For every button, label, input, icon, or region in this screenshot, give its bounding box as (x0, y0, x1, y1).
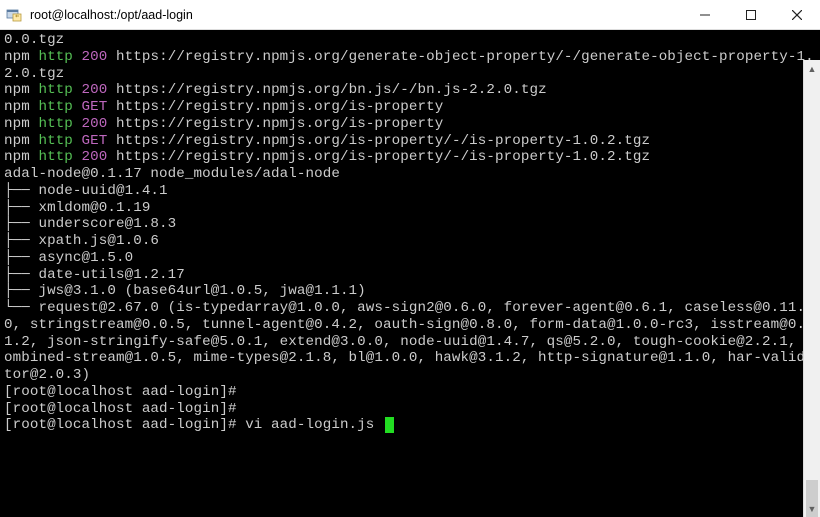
dep-tree-line: ├── underscore@1.8.3 (4, 216, 176, 232)
terminal-line: npm http 200 https://registry.npmjs.org/… (4, 49, 816, 83)
window-titlebar: root@localhost:/opt/aad-login (0, 0, 820, 30)
dep-tree-line: ├── xmldom@0.1.19 (4, 200, 150, 216)
http-token: http (38, 82, 81, 98)
terminal-line: 0.0.tgz (4, 32, 816, 49)
npm-token: npm (4, 149, 38, 165)
dep-tree-line: ├── jws@3.1.0 (base64url@1.0.5, jwa@1.1.… (4, 283, 366, 299)
terminal-line: [root@localhost aad-login]# (4, 384, 816, 401)
terminal-line: [root@localhost aad-login]# vi aad-login… (4, 417, 816, 434)
status-200: 200 (82, 49, 116, 65)
terminal-output[interactable]: 0.0.tgznpm http 200 https://registry.npm… (0, 30, 820, 517)
url-text: https://registry.npmjs.org/generate-obje… (4, 49, 814, 82)
url-text: https://registry.npmjs.org/bn.js/-/bn.js… (116, 82, 547, 98)
terminal-line: npm http GET https://registry.npmjs.org/… (4, 99, 816, 116)
shell-prompt: [root@localhost aad-login]# (4, 401, 237, 417)
terminal-line: ├── jws@3.1.0 (base64url@1.0.5, jwa@1.1.… (4, 283, 816, 300)
cursor (385, 417, 394, 433)
npm-token: npm (4, 116, 38, 132)
terminal-line: npm http 200 https://registry.npmjs.org/… (4, 82, 816, 99)
terminal-line: └── request@2.67.0 (is-typedarray@1.0.0,… (4, 300, 816, 384)
dep-tree-line: ├── async@1.5.0 (4, 250, 133, 266)
status-200: 200 (82, 82, 116, 98)
terminal-line: npm http GET https://registry.npmjs.org/… (4, 133, 816, 150)
http-token: http (38, 116, 81, 132)
scroll-down-arrow[interactable]: ▼ (804, 500, 820, 517)
terminal-line: [root@localhost aad-login]# (4, 401, 816, 418)
window-title: root@localhost:/opt/aad-login (28, 8, 193, 22)
terminal-line: npm http 200 https://registry.npmjs.org/… (4, 116, 816, 133)
text: adal-node@0.1.17 node_modules/adal-node (4, 166, 340, 182)
http-token: http (38, 133, 81, 149)
method-get: GET (82, 99, 116, 115)
npm-token: npm (4, 82, 38, 98)
url-text: https://registry.npmjs.org/is-property (116, 116, 443, 132)
status-200: 200 (82, 149, 116, 165)
http-token: http (38, 49, 81, 65)
npm-token: npm (4, 133, 38, 149)
terminal-line: npm http 200 https://registry.npmjs.org/… (4, 149, 816, 166)
minimize-button[interactable] (682, 0, 728, 30)
shell-prompt: [root@localhost aad-login]# (4, 384, 237, 400)
terminal-line: ├── async@1.5.0 (4, 250, 816, 267)
shell-prompt: [root@localhost aad-login]# vi aad-login… (4, 417, 383, 433)
terminal-line: ├── date-utils@1.2.17 (4, 267, 816, 284)
close-button[interactable] (774, 0, 820, 30)
terminal-line: ├── node-uuid@1.4.1 (4, 183, 816, 200)
npm-token: npm (4, 49, 38, 65)
vertical-scrollbar[interactable]: ▲ ▼ (803, 60, 820, 517)
method-get: GET (82, 133, 116, 149)
text: 0.0.tgz (4, 32, 64, 48)
npm-token: npm (4, 99, 38, 115)
maximize-button[interactable] (728, 0, 774, 30)
terminal-line: adal-node@0.1.17 node_modules/adal-node (4, 166, 816, 183)
terminal-line: ├── xpath.js@1.0.6 (4, 233, 816, 250)
app-icon (0, 7, 28, 23)
dep-tree-line: ├── date-utils@1.2.17 (4, 267, 185, 283)
terminal-line: ├── underscore@1.8.3 (4, 216, 816, 233)
url-text: https://registry.npmjs.org/is-property/-… (116, 149, 650, 165)
dep-tree-line: ├── xpath.js@1.0.6 (4, 233, 159, 249)
http-token: http (38, 99, 81, 115)
status-200: 200 (82, 116, 116, 132)
http-token: http (38, 149, 81, 165)
dep-tree-line: └── request@2.67.0 (is-typedarray@1.0.0,… (4, 300, 814, 383)
scroll-up-arrow[interactable]: ▲ (804, 60, 820, 77)
terminal-line: ├── xmldom@0.1.19 (4, 200, 816, 217)
url-text: https://registry.npmjs.org/is-property (116, 99, 443, 115)
dep-tree-line: ├── node-uuid@1.4.1 (4, 183, 168, 199)
url-text: https://registry.npmjs.org/is-property/-… (116, 133, 650, 149)
